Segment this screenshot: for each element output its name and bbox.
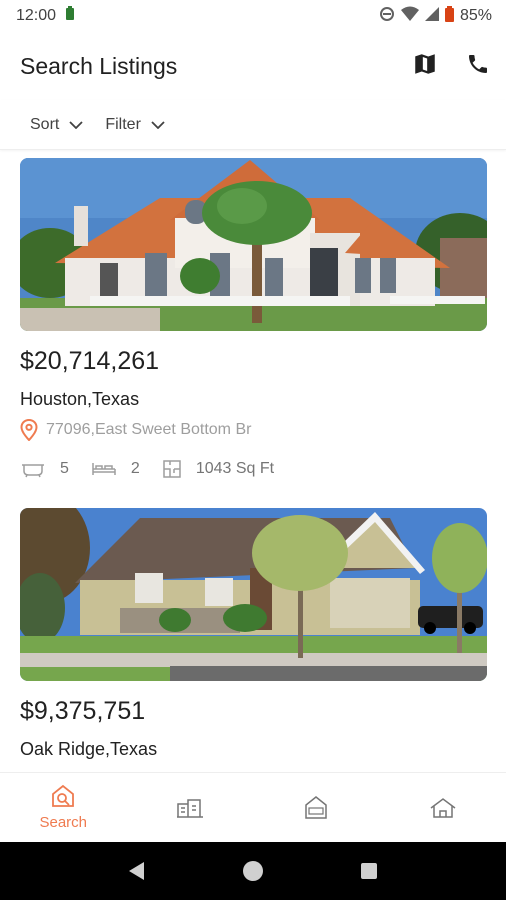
bed-count: 2 xyxy=(130,460,140,477)
nav-item-new-homes[interactable] xyxy=(253,773,380,842)
notification-icon xyxy=(64,5,76,27)
area-value: 1043 Sq Ft xyxy=(195,460,275,477)
listings-list: $20,714,261 Houston,Texas 77096,East Swe… xyxy=(0,152,506,772)
listing-stats: 5 2 1043 Sq Ft xyxy=(20,459,487,479)
sort-label: Sort xyxy=(30,115,60,133)
dnd-icon xyxy=(379,6,395,27)
nav-item-buildings[interactable] xyxy=(127,773,254,842)
search-home-icon xyxy=(52,784,75,807)
bath-count: 5 xyxy=(60,460,69,477)
filter-button[interactable]: Filter xyxy=(105,116,165,134)
bathtub-icon xyxy=(22,464,44,478)
listing-city: Houston,Texas xyxy=(20,389,140,409)
listing-card[interactable]: $20,714,261 Houston,Texas 77096,East Swe… xyxy=(20,158,487,479)
status-time: 12:00 xyxy=(16,7,57,24)
battery-icon xyxy=(444,5,454,27)
back-icon[interactable] xyxy=(128,861,146,881)
nav-label-search: Search xyxy=(39,814,88,831)
chevron-down-icon xyxy=(69,120,83,129)
map-icon[interactable] xyxy=(412,51,438,82)
area-stat: 1043 Sq Ft xyxy=(162,459,274,479)
bath-stat: 5 xyxy=(20,460,69,478)
chevron-down-icon xyxy=(151,120,165,129)
listing-address: 77096,East Sweet Bottom Br xyxy=(20,419,487,441)
wifi-icon xyxy=(400,6,419,27)
home-icon[interactable] xyxy=(242,860,264,882)
sort-button[interactable]: Sort xyxy=(30,116,83,134)
status-bar: 12:00 85% xyxy=(0,0,506,32)
signal-icon xyxy=(424,6,439,27)
recents-icon[interactable] xyxy=(360,862,378,880)
listing-price: $9,375,751 xyxy=(20,697,146,725)
battery-level: 85% xyxy=(459,7,492,24)
system-nav-bar xyxy=(0,842,506,900)
filter-label: Filter xyxy=(105,115,141,133)
new-home-icon xyxy=(305,795,327,819)
sort-filter-bar: Sort Filter xyxy=(0,100,506,150)
app-bar: Search Listings xyxy=(0,32,506,100)
floor-plan-icon xyxy=(163,460,181,478)
home-outline-icon xyxy=(430,797,456,818)
nav-item-search[interactable]: Search xyxy=(0,773,127,842)
location-pin-icon xyxy=(20,419,38,441)
listing-address-text: 77096,East Sweet Bottom Br xyxy=(46,421,252,438)
listing-price: $20,714,261 xyxy=(20,347,160,375)
nav-item-homes[interactable] xyxy=(380,773,506,842)
bottom-nav: Search xyxy=(0,772,506,842)
bed-icon xyxy=(92,463,116,475)
phone-icon[interactable] xyxy=(466,52,490,81)
building-icon xyxy=(176,798,203,818)
bed-stat: 2 xyxy=(91,460,140,478)
listing-photo[interactable] xyxy=(20,508,487,681)
listing-photo[interactable] xyxy=(20,158,487,331)
page-title: Search Listings xyxy=(20,52,178,79)
listing-card[interactable]: $9,375,751 Oak Ridge,Texas xyxy=(20,508,487,760)
listing-city: Oak Ridge,Texas xyxy=(20,739,158,759)
